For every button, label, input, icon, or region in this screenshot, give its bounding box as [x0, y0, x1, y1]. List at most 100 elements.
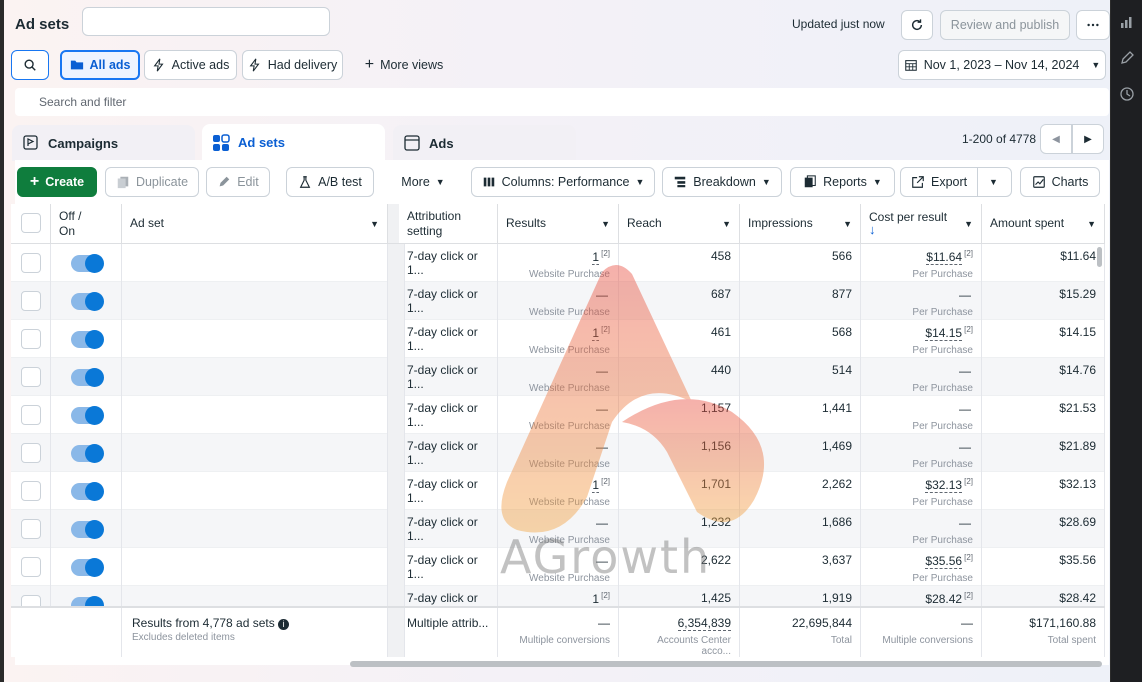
row-checkbox[interactable]	[21, 367, 41, 387]
delivery-toggle[interactable]	[71, 406, 104, 425]
footnote-marker: [2]	[601, 477, 610, 486]
clock-icon[interactable]	[1119, 86, 1135, 102]
adset-name-cell[interactable]	[122, 510, 388, 548]
caret-down-icon: ▼	[964, 219, 973, 229]
adset-name-cell[interactable]	[122, 320, 388, 358]
charts-button[interactable]: Charts	[1020, 167, 1100, 197]
adset-name-cell[interactable]	[122, 282, 388, 320]
row-checkbox[interactable]	[21, 405, 41, 425]
search-button[interactable]	[11, 50, 49, 80]
col-amount-spent[interactable]: Amount spent ▼	[982, 204, 1105, 244]
date-range-picker[interactable]: Nov 1, 2023 – Nov 14, 2024 ▼	[898, 50, 1106, 80]
impr-cell: 3,637	[740, 548, 861, 586]
delivery-toggle[interactable]	[71, 368, 104, 387]
row-select-cell	[11, 472, 51, 510]
table-row[interactable]: 7-day click or 1... — Website Purchase 440 5…	[11, 358, 1105, 396]
delivery-toggle[interactable]	[71, 482, 104, 501]
results-value: —	[596, 402, 608, 416]
updated-status: Updated just now	[792, 17, 885, 31]
delivery-toggle[interactable]	[71, 444, 104, 463]
adset-name-cell[interactable]	[122, 472, 388, 510]
review-publish-button[interactable]: Review and publish	[940, 10, 1070, 40]
attribution-cell: 7-day click or 1...	[399, 472, 498, 510]
table-row[interactable]: 7-day click or 1... 1 [2] Website Purchase 4…	[11, 320, 1105, 358]
chevron-down-icon[interactable]: ▼	[989, 177, 998, 187]
row-checkbox[interactable]	[21, 443, 41, 463]
more-dropdown[interactable]: More ▼	[388, 167, 458, 197]
view-had-delivery[interactable]: Had delivery	[242, 50, 343, 80]
search-filter-input[interactable]: Search and filter	[15, 88, 1109, 116]
vertical-scrollbar[interactable]	[1097, 247, 1102, 267]
table-row[interactable]: 7-day click or 1... 1 [2] Website Purchase 4…	[11, 244, 1105, 282]
row-select-cell	[11, 510, 51, 548]
duplicate-button[interactable]: Duplicate	[105, 167, 199, 197]
breakdown-dropdown[interactable]: Breakdown ▼	[662, 167, 782, 197]
row-checkbox[interactable]	[21, 557, 41, 577]
col-amount-spent-label: Amount spent	[990, 216, 1065, 230]
reports-dropdown[interactable]: Reports ▼	[790, 167, 895, 197]
adset-name-cell[interactable]	[122, 434, 388, 472]
col-reach[interactable]: Reach ▼	[619, 204, 740, 244]
col-attribution[interactable]: Attribution setting	[399, 204, 498, 244]
adset-name-input[interactable]	[82, 7, 330, 36]
refresh-button[interactable]	[901, 10, 933, 40]
toggle-knob	[85, 482, 104, 501]
info-icon[interactable]: i	[278, 619, 290, 630]
table-row[interactable]: 7-day click or 1... — Website Purchase 1,15…	[11, 396, 1105, 434]
folder-icon	[70, 60, 83, 70]
chart-icon	[1032, 176, 1045, 188]
view-active-ads[interactable]: Active ads	[144, 50, 237, 80]
impr-value: 2,262	[821, 477, 852, 491]
row-checkbox[interactable]	[21, 291, 41, 311]
select-all-checkbox[interactable]	[21, 213, 41, 233]
cpr-subtext: Per Purchase	[912, 307, 973, 318]
bar-chart-icon[interactable]	[1119, 14, 1135, 30]
row-checkbox[interactable]	[21, 253, 41, 273]
horizontal-scrollbar[interactable]	[350, 661, 1102, 667]
edit-button[interactable]: Edit	[206, 167, 270, 197]
adset-name-cell[interactable]	[122, 244, 388, 282]
reach-cell: 1,156	[619, 434, 740, 472]
row-toggle-cell	[51, 320, 122, 358]
pencil-icon[interactable]	[1119, 50, 1135, 66]
columns-dropdown[interactable]: Columns: Performance ▼	[471, 167, 655, 197]
delivery-toggle[interactable]	[71, 292, 104, 311]
tab-adsets[interactable]: Ad sets	[202, 124, 385, 161]
delivery-toggle[interactable]	[71, 520, 104, 539]
adset-name-cell[interactable]	[122, 548, 388, 586]
delivery-toggle[interactable]	[71, 254, 104, 273]
adset-name-cell[interactable]	[122, 396, 388, 434]
more-views-button[interactable]: + More views	[354, 50, 454, 80]
row-checkbox[interactable]	[21, 329, 41, 349]
view-all-ads[interactable]: All ads	[60, 50, 140, 80]
create-button[interactable]: + Create	[17, 167, 97, 197]
col-results[interactable]: Results ▼	[498, 204, 619, 244]
ellipsis-icon[interactable]	[1076, 10, 1110, 40]
col-cost-per-result[interactable]: Cost per result ↓ ▼	[861, 204, 982, 244]
col-ad-set[interactable]: Ad set ▼	[122, 204, 388, 244]
export-button[interactable]: Export ▼	[900, 167, 1012, 197]
adset-name-cell[interactable]	[122, 358, 388, 396]
delivery-toggle[interactable]	[71, 330, 104, 349]
summary-impressions-sub: Total	[830, 635, 852, 646]
row-toggle-cell	[51, 282, 122, 320]
summary-results-sub: Multiple conversions	[519, 635, 610, 646]
tab-ads[interactable]: Ads	[393, 125, 576, 161]
ab-test-button[interactable]: A/B test	[286, 167, 374, 197]
table-row[interactable]: 7-day click or 1... — Website Purchase 1,15…	[11, 434, 1105, 472]
chevron-right-icon[interactable]: ▶	[1072, 124, 1104, 154]
reach-value: 687	[710, 287, 731, 301]
search-filter-placeholder: Search and filter	[39, 95, 127, 109]
pencil-icon	[219, 176, 230, 187]
chevron-left-icon[interactable]: ◀	[1040, 124, 1072, 154]
delivery-toggle[interactable]	[71, 558, 104, 577]
col-impressions[interactable]: Impressions ▼	[740, 204, 861, 244]
tab-campaigns[interactable]: Campaigns	[12, 125, 195, 161]
row-checkbox[interactable]	[21, 481, 41, 501]
row-checkbox[interactable]	[21, 519, 41, 539]
table-row[interactable]: 7-day click or 1... — Website Purchase 687 8…	[11, 282, 1105, 320]
table-row[interactable]: 7-day click or 1... 1 [2] Website Purchase 1…	[11, 472, 1105, 510]
results-value: 1	[592, 250, 600, 265]
results-subtext: Website Purchase	[529, 497, 610, 508]
attribution-cell: 7-day click or 1...	[399, 434, 498, 472]
